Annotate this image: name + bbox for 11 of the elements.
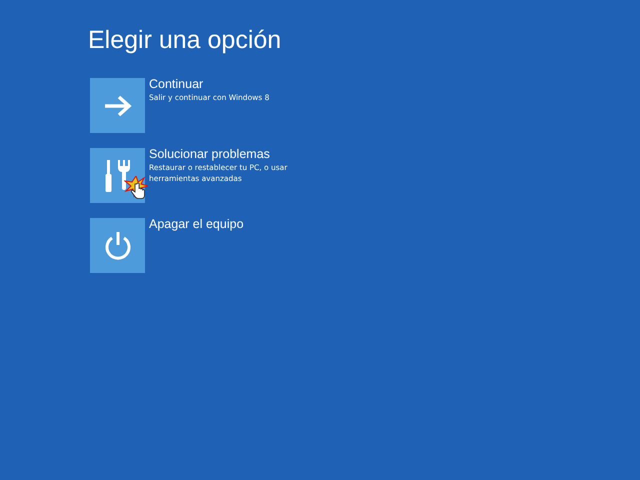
arrow-icon [102,94,132,118]
option-label[interactable]: Continuar [149,76,204,92]
option-tile[interactable] [90,218,145,273]
option-tile[interactable] [90,78,145,133]
click-cursor-icon [124,176,148,202]
screen-title: Elegir una opción [88,25,282,56]
tools-icon [104,158,132,194]
option-tile[interactable] [90,148,145,203]
power-icon [102,230,132,260]
option-label[interactable]: Apagar el equipo [149,216,244,232]
option-label[interactable]: Solucionar problemas [149,146,270,162]
